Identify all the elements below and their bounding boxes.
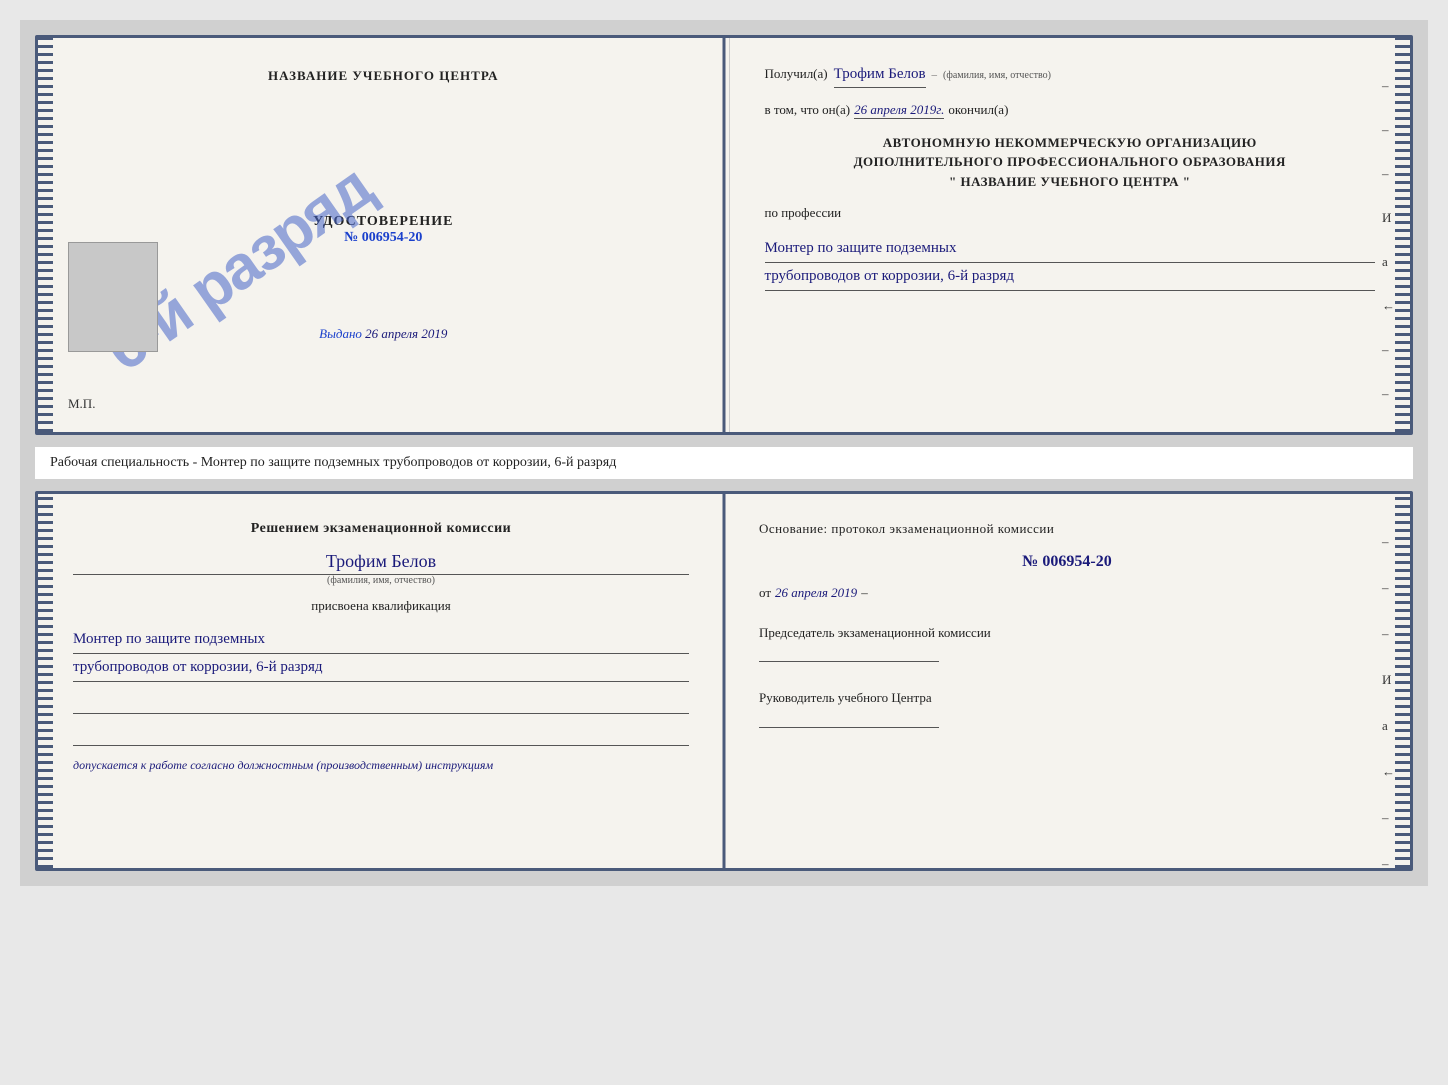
dash-separator: – — [932, 67, 938, 84]
received-label: Получил(а) — [765, 64, 828, 84]
person-name-top: Трофим Белов — [834, 63, 926, 88]
br-side-dashes: – – – И а ← – – – – — [1382, 534, 1395, 871]
finished-label: окончил(а) — [948, 102, 1008, 118]
received-line: Получил(а) Трофим Белов – (фамилия, имя,… — [765, 63, 1376, 88]
bl-person-name: Трофим Белов — [73, 551, 689, 575]
profession-line1: Монтер по защите подземных — [765, 235, 1376, 263]
cert-right-panel: – – – И а ← – – – – Получил(а) Трофим Бе… — [730, 38, 1411, 432]
blank-line-1 — [73, 694, 689, 714]
cert-institution-title: НАЗВАНИЕ УЧЕБНОГО ЦЕНТРА — [268, 68, 499, 84]
basis-label: Основание: протокол экзаменационной коми… — [759, 519, 1375, 539]
bl-qualification-line2: трубопроводов от коррозии, 6-й разряд — [73, 654, 689, 682]
cert-left-panel: НАЗВАНИЕ УЧЕБНОГО ЦЕНТРА 6-й разряд УДОС… — [38, 38, 730, 432]
profession-handwritten-block: Монтер по защите подземных трубопроводов… — [765, 235, 1376, 291]
org-line3: " НАЗВАНИЕ УЧЕБНОГО ЦЕНТРА " — [765, 172, 1376, 192]
org-line1: АВТОНОМНУЮ НЕКОММЕРЧЕСКУЮ ОРГАНИЗАЦИЮ — [765, 133, 1376, 153]
org-line2: ДОПОЛНИТЕЛЬНОГО ПРОФЕССИОНАЛЬНОГО ОБРАЗО… — [765, 152, 1376, 172]
issued-label: Выдано — [319, 326, 362, 341]
permit-value: работе согласно должностным (производств… — [149, 758, 493, 772]
permit-label: допускается к — [73, 758, 146, 772]
chairman-label: Председатель экзаменационной комиссии — [759, 623, 1375, 643]
mp-label: М.П. — [68, 396, 95, 412]
bl-qualification-line1: Монтер по защите подземных — [73, 626, 689, 654]
chairman-block: Председатель экзаменационной комиссии — [759, 623, 1375, 663]
bl-assigned-label: присвоена квалификация — [73, 598, 689, 614]
cert-issued-date: Выдано 26 апреля 2019 — [319, 326, 447, 342]
bottom-left-border — [38, 494, 53, 868]
right-border-pattern — [1395, 38, 1410, 432]
photo-placeholder — [68, 242, 158, 352]
profession-label: по профессии — [765, 205, 1376, 221]
issued-date-value: 26 апреля 2019 — [365, 326, 447, 341]
certificate-top: НАЗВАНИЕ УЧЕБНОГО ЦЕНТРА 6-й разряд УДОС… — [35, 35, 1413, 435]
bottom-right-border — [1395, 494, 1410, 868]
br-dash-right: – — [861, 585, 868, 601]
page-wrapper: НАЗВАНИЕ УЧЕБНОГО ЦЕНТРА 6-й разряд УДОС… — [20, 20, 1428, 886]
bottom-right-panel: – – – И а ← – – – – Основание: протокол … — [724, 494, 1410, 868]
org-block: АВТОНОМНУЮ НЕКОММЕРЧЕСКУЮ ОРГАНИЗАЦИЮ ДО… — [765, 133, 1376, 192]
bl-name-block: Трофим Белов (фамилия, имя, отчество) — [73, 551, 689, 586]
protocol-number: № 006954-20 — [759, 553, 1375, 571]
bl-qualification-block: Монтер по защите подземных трубопроводов… — [73, 626, 689, 682]
bl-name-sublabel: (фамилия, имя, отчество) — [73, 575, 689, 586]
director-sign-line — [759, 708, 939, 728]
in-that-label: в том, что он(а) — [765, 102, 851, 118]
director-label: Руководитель учебного Центра — [759, 688, 1375, 708]
director-block: Руководитель учебного Центра — [759, 688, 1375, 728]
right-side-dashes: – – – И а ← – – – – — [1382, 78, 1395, 435]
completion-date: 26 апреля 2019г. — [854, 102, 944, 119]
date-line: в том, что он(а) 26 апреля 2019г. окончи… — [765, 102, 1376, 119]
br-date-value: 26 апреля 2019 — [775, 585, 857, 601]
bottom-left-panel: Решением экзаменационной комиссии Трофим… — [38, 494, 724, 868]
date-prefix: от — [759, 585, 771, 601]
br-date-line: от 26 апреля 2019 – — [759, 585, 1375, 601]
certificate-bottom: Решением экзаменационной комиссии Трофим… — [35, 491, 1413, 871]
commission-decision-title: Решением экзаменационной комиссии — [73, 519, 689, 539]
chairman-sign-line — [759, 642, 939, 662]
profession-line2: трубопроводов от коррозии, 6-й разряд — [765, 263, 1376, 291]
name-sublabel-top: (фамилия, имя, отчество) — [943, 68, 1051, 83]
specialty-text-banner: Рабочая специальность - Монтер по защите… — [35, 447, 1413, 479]
bl-permit-line: допускается к работе согласно должностны… — [73, 758, 689, 773]
blank-line-2 — [73, 726, 689, 746]
cert-doc-number: № 006954-20 — [344, 230, 422, 246]
cert-doc-label: УДОСТОВЕРЕНИЕ — [313, 214, 453, 230]
